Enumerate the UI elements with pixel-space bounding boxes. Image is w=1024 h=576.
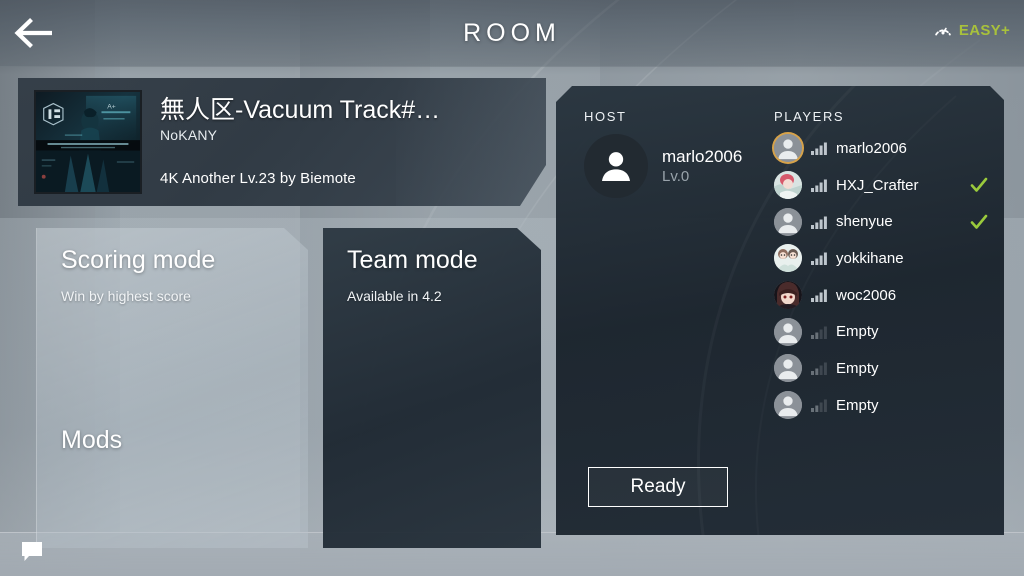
signal-strength-icon — [811, 288, 827, 302]
player-name: Empty — [836, 359, 879, 377]
host-details: marlo2006 Lv.0 — [662, 146, 742, 187]
scoring-mode-heading: Scoring mode — [61, 246, 216, 274]
avatar-image — [774, 244, 802, 272]
signal-strength — [811, 178, 827, 192]
player-slot-empty[interactable]: Empty — [774, 313, 989, 350]
chat-bubble-icon — [22, 542, 42, 561]
album-art: A+ — [34, 90, 142, 194]
difficulty-label: EASY+ — [958, 21, 1010, 39]
signal-strength-icon — [811, 215, 827, 229]
page-title: ROOM — [463, 19, 561, 47]
host-name: marlo2006 — [662, 146, 743, 166]
player-slot-empty[interactable]: Empty — [774, 387, 989, 424]
speedometer-icon — [935, 27, 951, 36]
song-artist: NoKANY — [160, 126, 218, 143]
person-icon — [774, 134, 802, 162]
room-screen: ROOM EASY+ A+ 無人区-Vacuum Track#… NoKANY … — [0, 0, 1024, 576]
mods-button[interactable]: Mods — [61, 426, 122, 455]
signal-strength-icon — [811, 141, 827, 155]
host-avatar — [584, 134, 648, 198]
host-section-label: HOST — [584, 109, 627, 124]
song-info-card[interactable]: A+ 無人区-Vacuum Track#… NoKANY 4K Another … — [18, 78, 546, 206]
host-entry[interactable]: marlo2006 Lv.0 — [584, 134, 742, 198]
person-icon — [774, 391, 802, 419]
player-avatar — [774, 171, 802, 199]
player-avatar — [774, 208, 802, 236]
chat-button[interactable] — [14, 536, 50, 568]
difficulty-badge[interactable]: EASY+ — [932, 19, 1010, 41]
player-row[interactable]: woc2006 — [774, 277, 989, 314]
team-mode-panel[interactable]: Team mode Available in 4.2 — [323, 228, 541, 548]
players-section-label: PLAYERS — [774, 109, 845, 124]
scoring-mode-subtitle: Win by highest score — [61, 288, 191, 304]
team-mode-heading: Team mode — [347, 246, 478, 274]
ready-button-label: Ready — [630, 476, 686, 497]
host-level: Lv.0 — [662, 167, 690, 185]
player-row[interactable]: shenyue — [774, 203, 989, 240]
player-name: marlo2006 — [836, 139, 907, 157]
album-art-image: A+ — [36, 92, 140, 192]
player-avatar — [774, 354, 802, 382]
player-list: marlo2006 HXJ_Crafter shenyue yokkihane — [774, 130, 989, 424]
player-avatar — [774, 281, 802, 309]
person-icon — [774, 208, 802, 236]
signal-strength-icon — [811, 251, 827, 265]
player-row[interactable]: HXJ_Crafter — [774, 167, 989, 204]
person-icon — [774, 354, 802, 382]
player-row[interactable]: marlo2006 — [774, 130, 989, 167]
signal-strength — [811, 361, 827, 375]
team-mode-subtitle: Available in 4.2 — [347, 288, 442, 304]
top-bar: ROOM EASY+ — [0, 0, 1024, 67]
player-name: Empty — [836, 323, 879, 341]
player-name: woc2006 — [836, 286, 897, 304]
svg-text:A+: A+ — [107, 103, 115, 110]
avatar-image — [774, 171, 802, 199]
room-members-panel: HOST PLAYERS marlo2006 Lv.0 marlo2006 HX… — [556, 86, 1004, 535]
player-row[interactable]: yokkihane — [774, 240, 989, 277]
player-name: shenyue — [836, 213, 893, 231]
player-avatar — [774, 318, 802, 346]
avatar-image — [774, 281, 802, 309]
ready-check-icon — [969, 212, 989, 232]
signal-strength-icon — [811, 178, 827, 192]
player-slot-empty[interactable]: Empty — [774, 350, 989, 387]
person-icon — [774, 318, 802, 346]
ready-check-icon — [969, 175, 989, 195]
signal-strength — [811, 141, 827, 155]
player-avatar — [774, 391, 802, 419]
signal-strength-icon — [811, 325, 827, 339]
signal-strength — [811, 325, 827, 339]
song-text-block: 無人区-Vacuum Track#… NoKANY 4K Another Lv.… — [160, 96, 526, 187]
player-name: HXJ_Crafter — [836, 176, 919, 194]
signal-strength-icon — [811, 361, 827, 375]
person-icon — [596, 146, 636, 186]
player-name: yokkihane — [836, 249, 904, 267]
song-chart-info: 4K Another Lv.23 by Biemote — [160, 169, 356, 187]
player-name: Empty — [836, 396, 879, 414]
song-title: 無人区-Vacuum Track#… — [160, 96, 441, 124]
ready-button[interactable]: Ready — [588, 467, 728, 507]
signal-strength-icon — [811, 398, 827, 412]
signal-strength — [811, 398, 827, 412]
signal-strength — [811, 215, 827, 229]
player-avatar — [774, 134, 802, 162]
player-avatar — [774, 244, 802, 272]
signal-strength — [811, 288, 827, 302]
signal-strength — [811, 251, 827, 265]
scoring-mode-panel[interactable]: Scoring mode Win by highest score Mods — [36, 228, 308, 548]
